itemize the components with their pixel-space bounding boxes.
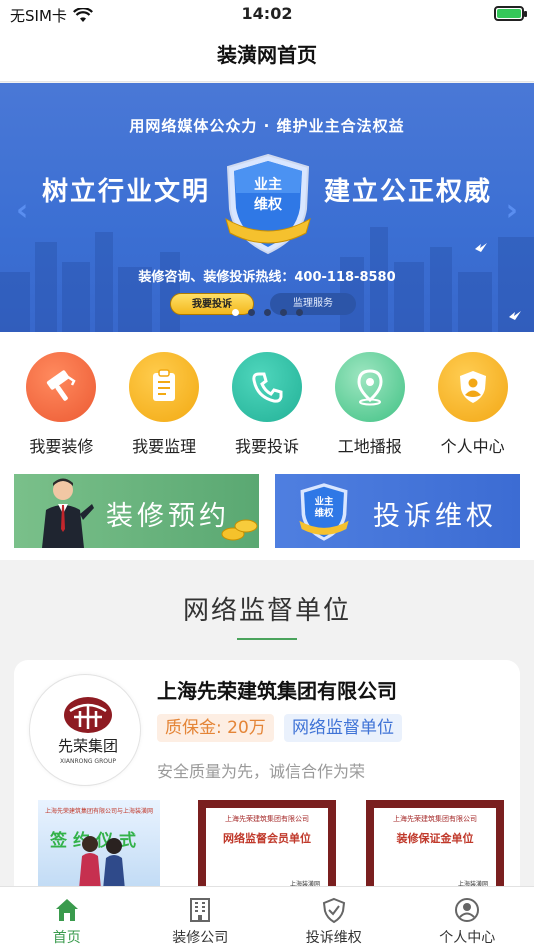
user-shield-icon (437, 352, 508, 422)
logo-en: XIANRONG GROUP (60, 758, 116, 765)
company-card[interactable]: 先荣集团 XIANRONG GROUP 上海先荣建筑集团有限公司 质保金: 20… (14, 660, 520, 900)
shield-line2: 维权 (254, 196, 283, 213)
shield-emblem: 业主 维权 (225, 153, 311, 255)
menu-item-label: 我要装修 (29, 437, 94, 456)
battery-icon (494, 6, 527, 21)
home-icon (0, 895, 134, 925)
banner-left-text: 树立行业文明 (42, 177, 211, 207)
complain-rights-banner[interactable]: 业主 维权 投诉维权 (275, 474, 520, 548)
tab-label: 首页 (52, 930, 81, 946)
chevron-right-icon[interactable]: › (506, 193, 518, 228)
user-icon (401, 895, 534, 925)
tab-profile[interactable]: 个人中心 (401, 887, 534, 950)
menu-item-label: 我要监理 (132, 437, 197, 456)
tab-label: 装修公司 (172, 930, 229, 946)
cert-company: 上海先荣建筑集团有限公司 (225, 815, 309, 823)
complain-rights-title: 投诉维权 (373, 501, 497, 532)
carousel-dot[interactable] (295, 309, 303, 316)
booking-banner[interactable]: 装修预约 (14, 474, 259, 548)
menu-item-label: 工地播报 (337, 437, 402, 456)
shield-line2: 维权 (315, 507, 334, 519)
menu-item-complain[interactable]: 我要投诉 (222, 352, 312, 460)
certificate-member[interactable]: 上海先荣建筑集团有限公司 网络监督会员单位 上海装潢网 (198, 800, 336, 900)
shield-emblem: 业主 维权 (299, 483, 349, 541)
supervise-badge: 网络监督单位 (284, 714, 402, 742)
carousel-dot[interactable] (247, 309, 255, 316)
quick-menu: 我要装修 我要监理 我要投诉 工地播报 个人中心 (0, 332, 534, 460)
bird-icon (475, 243, 487, 252)
photo-caption: 上海先荣建筑集团有限公司与上海装潢网 (44, 808, 153, 815)
banner-slogan: 用网络媒体公众力 · 维护业主合法权益 (129, 117, 405, 135)
certificate-deposit[interactable]: 上海先荣建筑集团有限公司 装修保证金单位 上海装潢网 (366, 800, 504, 900)
shield-line1: 业主 (254, 176, 282, 193)
cert-title: 网络监督会员单位 (223, 832, 311, 845)
booking-title: 装修预约 (106, 501, 230, 532)
tab-label: 个人中心 (439, 930, 496, 946)
menu-item-label: 我要投诉 (234, 437, 299, 456)
chevron-left-icon[interactable]: ‹ (16, 193, 28, 228)
building-icon (134, 895, 268, 925)
page-title: 装潢网首页 (0, 30, 534, 82)
section-title: 网络监督单位 (182, 596, 351, 626)
tab-complaints[interactable]: 投诉维权 (267, 887, 401, 950)
section-divider (237, 638, 297, 640)
cert-title: 装修保证金单位 (396, 832, 474, 845)
company-name[interactable]: 上海先荣建筑集团有限公司 (157, 675, 397, 704)
logo-cn: 先荣集团 (58, 737, 118, 755)
status-bar: 无SIM卡 14:02 (0, 0, 534, 30)
carousel-dot[interactable] (231, 309, 239, 316)
clock: 14:02 (241, 4, 293, 23)
company-logo: 先荣集团 XIANRONG GROUP (29, 674, 141, 786)
tab-home[interactable]: 首页 (0, 887, 134, 950)
tab-label: 投诉维权 (305, 930, 362, 946)
shield-check-icon (267, 895, 401, 925)
deposit-badge: 质保金: 20万 (157, 714, 274, 742)
coins-icon (221, 519, 258, 541)
menu-item-supervision[interactable]: 我要监理 (119, 352, 209, 460)
menu-item-label: 个人中心 (440, 437, 505, 456)
carousel-dot[interactable] (263, 309, 271, 316)
businessman-figure (42, 478, 94, 548)
location-pin-icon (334, 352, 405, 422)
carousel-indicator (0, 309, 534, 316)
cert-company: 上海先荣建筑集团有限公司 (393, 815, 477, 823)
paint-roller-icon (26, 352, 97, 422)
company-motto: 安全质量为先，诚信合作为荣 (157, 762, 366, 781)
tab-bar: 首页 装修公司 投诉维权 个人中心 (0, 886, 534, 950)
phone-icon (231, 352, 302, 422)
banner-right-text: 建立公正权威 (323, 177, 492, 207)
carousel-dot[interactable] (279, 309, 287, 316)
menu-item-personal-center[interactable]: 个人中心 (428, 352, 518, 460)
signing-photo[interactable]: 上海先荣建筑集团有限公司与上海装潢网 签约仪式 (38, 800, 160, 900)
menu-item-renovate[interactable]: 我要装修 (16, 352, 106, 460)
promo-area: 装修预约 业主 维权 投诉维权 (0, 460, 534, 560)
menu-item-site-report[interactable]: 工地播报 (325, 352, 415, 460)
clipboard-icon (129, 352, 200, 422)
banner-hotline: 装修咨询、装修投诉热线：400-118-8580 (138, 270, 396, 285)
banner-carousel[interactable]: 用网络媒体公众力 · 维护业主合法权益 树立行业文明 建立公正权威 业主 维权 … (0, 83, 534, 332)
tab-companies[interactable]: 装修公司 (134, 887, 268, 950)
shield-line1: 业主 (315, 495, 334, 507)
